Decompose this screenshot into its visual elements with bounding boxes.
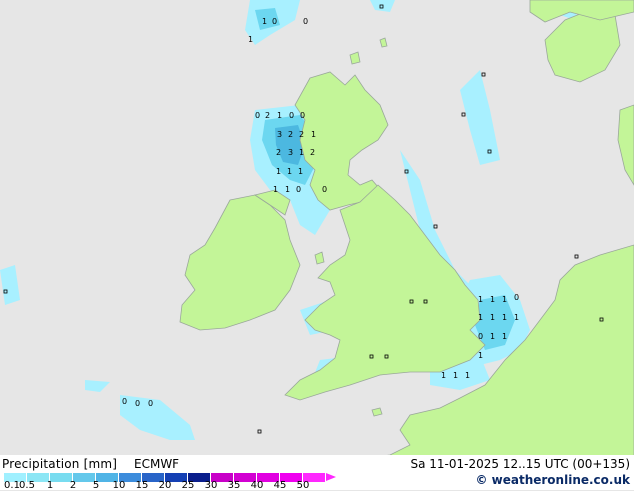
map-value: 2 <box>310 148 315 157</box>
map-value: 1 <box>287 167 292 176</box>
site-credit[interactable]: © weatheronline.co.uk <box>475 473 630 487</box>
map-value: 0 <box>514 293 519 302</box>
map-value: 2 <box>276 148 281 157</box>
map-value: 0 <box>303 17 308 26</box>
map-value: 1 <box>490 295 495 304</box>
map-value: 1 <box>490 313 495 322</box>
map-value: 0 <box>122 397 127 406</box>
map-value: 0 <box>135 399 140 408</box>
map-value: 1 <box>453 371 458 380</box>
product-title: Precipitation [mm] <box>2 457 118 471</box>
map-value: 2 <box>299 130 304 139</box>
precipitation-map: 1 0 1 0 0 2 1 0 0 3 2 2 1 2 3 1 2 1 1 1 … <box>0 0 634 490</box>
map-value: 1 <box>502 313 507 322</box>
map-value: 1 <box>298 167 303 176</box>
map-value: 0 <box>148 399 153 408</box>
map-value: 3 <box>277 130 282 139</box>
map-value: 1 <box>311 130 316 139</box>
map-value: 1 <box>441 371 446 380</box>
map-value: 1 <box>299 148 304 157</box>
map-value: 2 <box>288 130 293 139</box>
map-value: 1 <box>514 313 519 322</box>
model-name: ECMWF <box>134 457 180 471</box>
map-value: 3 <box>288 148 293 157</box>
map-value: 0 <box>255 111 260 120</box>
map-value: 1 <box>478 313 483 322</box>
map-value: 1 <box>478 295 483 304</box>
valid-datetime: Sa 11-01-2025 12..15 UTC (00+135) <box>410 457 630 471</box>
map-value: 2 <box>265 111 270 120</box>
map-value: 1 <box>490 332 495 341</box>
map-value: 0 <box>289 111 294 120</box>
map-value: 1 <box>465 371 470 380</box>
map-value: 1 <box>478 351 483 360</box>
legend-arrow-icon <box>326 473 336 481</box>
map-value: 0 <box>322 185 327 194</box>
map-value: 1 <box>273 185 278 194</box>
map-value: 1 <box>276 167 281 176</box>
map-value: 0 <box>300 111 305 120</box>
map-value: 0 <box>478 332 483 341</box>
map-value: 1 <box>502 332 507 341</box>
map-value: 1 <box>248 35 253 44</box>
map-value: 0 <box>272 17 277 26</box>
map-value: 1 <box>277 111 282 120</box>
map-value: 1 <box>502 295 507 304</box>
map-value: 0 <box>296 185 301 194</box>
map-value: 1 <box>262 17 267 26</box>
map-value: 1 <box>285 185 290 194</box>
